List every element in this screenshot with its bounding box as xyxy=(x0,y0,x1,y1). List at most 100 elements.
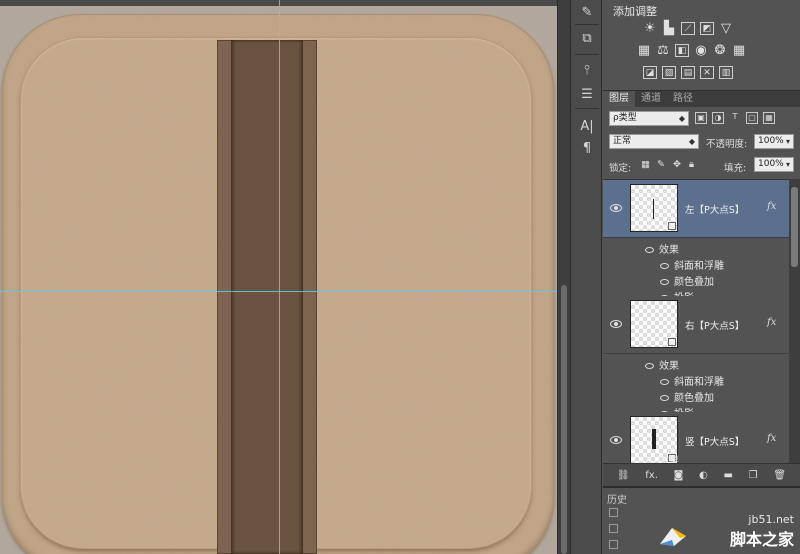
history-checkbox[interactable] xyxy=(609,508,618,517)
effect-label: 颜色叠加 xyxy=(674,277,714,288)
layer-name[interactable]: 右【P大点S】 xyxy=(685,318,744,332)
new-layer-icon[interactable]: ❐ xyxy=(749,470,758,481)
effect-item[interactable]: 颜色叠加 xyxy=(660,389,714,404)
guide-vertical[interactable] xyxy=(279,0,280,554)
invert-icon[interactable]: ◪ xyxy=(643,66,657,79)
effect-label: 斜面和浮雕 xyxy=(674,377,724,388)
triangle-icon[interactable]: ▽ xyxy=(719,21,733,36)
history-checkbox[interactable] xyxy=(609,540,618,549)
lock-transparent-icon[interactable]: ▦ xyxy=(641,159,650,170)
visibility-eye-icon[interactable] xyxy=(610,320,622,328)
effect-item[interactable]: 斜面和浮雕 xyxy=(660,257,724,272)
effects-group[interactable]: 效果 xyxy=(645,357,679,372)
fx-menu-icon[interactable]: fx. xyxy=(645,470,658,481)
smart-object-icon xyxy=(668,222,676,230)
scroll-thumb[interactable] xyxy=(791,187,798,267)
lookup-icon[interactable]: ▦ xyxy=(732,43,746,58)
link-icon[interactable]: ⛓ xyxy=(617,470,630,481)
layer-footer-toolbar: ⛓ fx. ◙ ◐ ▬ ❐ 🗑︎ xyxy=(603,463,800,487)
history-panel: 历史 jb51.net 脚本之家 xyxy=(603,486,800,554)
layer-row-left[interactable]: 左【P大点S】 fx xyxy=(603,180,789,238)
clone-source-icon[interactable]: ⧉ xyxy=(577,30,597,48)
blend-mode-select[interactable]: 正常 ◆ xyxy=(609,134,699,149)
effects-group[interactable]: 效果 xyxy=(645,241,679,256)
bw-icon[interactable]: ◧ xyxy=(675,44,689,57)
shape-filter-icon[interactable]: ▢ xyxy=(746,112,758,124)
history-brush-icon[interactable]: ✎ xyxy=(577,4,597,22)
filter-type-select[interactable]: ρ类型 ◆ xyxy=(609,111,689,126)
canvas-scrollbar[interactable] xyxy=(557,0,570,554)
hue-icon[interactable]: ▦ xyxy=(637,43,651,58)
lock-brush-icon[interactable]: ✎ xyxy=(657,159,665,170)
sun-icon[interactable]: ☀ xyxy=(643,21,657,36)
adjustments-row-3: ◪ ▨ ▤ ✕ ▥ xyxy=(643,66,733,79)
fill-input[interactable]: 100% ▾ xyxy=(754,157,794,172)
eye-icon[interactable] xyxy=(660,379,669,385)
type-filter-icon[interactable]: T xyxy=(729,112,741,124)
curves-icon[interactable]: ⟋ xyxy=(681,22,695,35)
eye-icon[interactable] xyxy=(660,279,669,285)
lock-move-icon[interactable]: ✥ xyxy=(673,159,681,170)
layer-row-right[interactable]: 右【P大点S】 fx xyxy=(603,296,789,354)
layer-name[interactable]: 左【P大点S】 xyxy=(685,202,744,216)
adjustments-title: 添加调整 xyxy=(613,5,657,18)
effect-item[interactable]: 斜面和浮雕 xyxy=(660,373,724,388)
paragraph-icon[interactable]: ¶ xyxy=(577,140,597,158)
blend-mode-value: 正常 xyxy=(613,136,632,146)
fx-icon[interactable]: fx xyxy=(767,201,776,212)
scroll-thumb[interactable] xyxy=(561,285,567,554)
selective-icon[interactable]: ✕ xyxy=(700,66,714,79)
tab-paths[interactable]: 路径 xyxy=(667,91,699,107)
tab-channels[interactable]: 通道 xyxy=(635,91,667,107)
layer-list[interactable]: 左【P大点S】 fx 效果 斜面和浮雕 颜色叠加 投影 右【P大点S】 fx 效… xyxy=(603,179,789,463)
guide-horizontal[interactable] xyxy=(0,291,557,292)
watermark: jb51.net 脚本之家 xyxy=(730,513,794,550)
posterize-icon[interactable]: ▨ xyxy=(662,66,676,79)
fx-icon[interactable]: fx xyxy=(767,433,776,444)
visibility-eye-icon[interactable] xyxy=(610,204,622,212)
watermark-logo xyxy=(660,528,686,546)
camera-icon[interactable]: ◉ xyxy=(694,43,708,58)
effects-label: 效果 xyxy=(659,361,679,372)
eye-icon[interactable] xyxy=(645,363,654,369)
threshold-icon[interactable]: ▤ xyxy=(681,66,695,79)
layer-name[interactable]: 竖【P大点S】 xyxy=(685,434,744,448)
fx-icon[interactable]: fx xyxy=(767,317,776,328)
trash-icon[interactable]: 🗑︎ xyxy=(773,470,786,481)
effects-group[interactable]: 效果 xyxy=(645,452,679,463)
balance-icon[interactable]: ⚖ xyxy=(656,43,670,58)
pixel-filter-icon[interactable]: ▣ xyxy=(695,112,707,124)
layer-thumbnail xyxy=(630,300,678,348)
layer-row-vertical[interactable]: 竖【P大点S】 fx xyxy=(603,412,789,463)
adjustment-filter-icon[interactable]: ◑ xyxy=(712,112,724,124)
document-canvas[interactable] xyxy=(0,0,557,554)
history-checkbox[interactable] xyxy=(609,524,618,533)
fill-label: 填充: xyxy=(724,163,747,174)
character-icon[interactable]: A| xyxy=(577,118,597,136)
tab-layers[interactable]: 图层 xyxy=(603,91,635,107)
layer-list-scrollbar[interactable] xyxy=(789,179,800,463)
gradient-map-icon[interactable]: ▥ xyxy=(719,66,733,79)
mask-icon[interactable]: ◙ xyxy=(674,470,684,481)
effect-item[interactable]: 颜色叠加 xyxy=(660,273,714,288)
visibility-eye-icon[interactable] xyxy=(610,436,622,444)
opacity-input[interactable]: 100% ▾ xyxy=(754,134,794,149)
eye-icon[interactable] xyxy=(660,395,669,401)
exposure-icon[interactable]: ◩ xyxy=(700,22,714,35)
levels-icon[interactable]: ▙ xyxy=(662,21,676,36)
brush-settings-icon[interactable]: ☰ xyxy=(577,86,597,104)
lock-label: 锁定: xyxy=(609,163,632,174)
tab-history[interactable]: 历史 xyxy=(607,491,627,506)
smart-filter-icon[interactable]: ▦ xyxy=(763,112,775,124)
adjustment-icon[interactable]: ◐ xyxy=(699,470,708,481)
vertical-bar-core xyxy=(231,40,303,554)
brush-preset-icon[interactable]: ⫯ xyxy=(577,62,597,80)
eye-icon[interactable] xyxy=(660,263,669,269)
panel-dock-strip: ✎ ⧉ ⫯ ☰ A| ¶ xyxy=(570,0,602,554)
chevron-down-icon: ▾ xyxy=(785,160,790,169)
adjustments-row-2: ▦ ⚖ ◧ ◉ ❂ ▦ xyxy=(637,43,746,58)
lock-all-icon[interactable]: 🔒︎ xyxy=(689,159,694,170)
mixer-icon[interactable]: ❂ xyxy=(713,43,727,58)
folder-icon[interactable]: ▬ xyxy=(724,470,733,481)
eye-icon[interactable] xyxy=(645,247,654,253)
